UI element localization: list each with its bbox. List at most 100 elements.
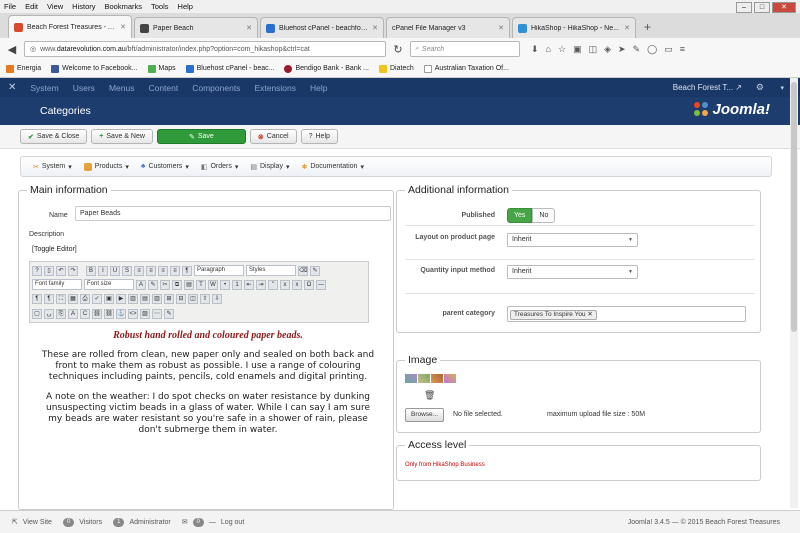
paste-word-icon[interactable]: W <box>208 279 218 290</box>
menu-edit[interactable]: Edit <box>25 2 38 11</box>
hika-menu-orders[interactable]: ◧ Orders ▾ <box>201 163 239 171</box>
editor-clean-icon[interactable]: ⌫ <box>298 265 308 276</box>
admin-menu-system[interactable]: System <box>30 83 58 93</box>
table-row-icon[interactable]: ▤ <box>140 293 150 304</box>
hika-menu-system[interactable]: ✂ System ▾ <box>33 163 72 171</box>
visual-aid-icon[interactable]: ▢ <box>32 308 42 319</box>
search-input[interactable]: ⌕ Search <box>410 41 520 57</box>
tab-hikashop[interactable]: HikaShop - HikaShop - Ne... ✕ <box>512 17 636 38</box>
new-tab-icon[interactable]: + <box>638 20 657 38</box>
toggle-editor-link[interactable]: [Toggle Editor] <box>32 246 77 253</box>
minimize-button[interactable]: – <box>736 2 752 13</box>
menu-view[interactable]: View <box>47 2 63 11</box>
editor-brush-icon[interactable]: ✎ <box>310 265 320 276</box>
editor-strike-icon[interactable]: S <box>122 265 132 276</box>
site-name-link[interactable]: Beach Forest T... ↗ <box>673 83 742 92</box>
tab-close-icon[interactable]: ✕ <box>498 24 504 32</box>
cancel-button[interactable]: ⊗ Cancel <box>249 129 297 144</box>
hika-menu-display[interactable]: ▤ Display ▾ <box>250 163 289 171</box>
screen-icon[interactable]: ▭ <box>664 44 673 55</box>
paragraph-select[interactable]: Paragraph <box>194 265 244 276</box>
cite-icon[interactable]: C <box>80 308 90 319</box>
admin-menu-extensions[interactable]: Extensions <box>254 83 296 93</box>
align-right-icon[interactable]: ≡ <box>158 265 168 276</box>
align-justify-icon[interactable]: ≡ <box>170 265 180 276</box>
split-cells-icon[interactable]: ⊟ <box>176 293 186 304</box>
tab-close-icon[interactable]: ✕ <box>246 24 252 32</box>
envelope-icon[interactable]: ✉ <box>182 518 188 526</box>
pocket-icon[interactable]: ◫ <box>589 44 598 55</box>
logout-link[interactable]: Log out <box>221 519 244 526</box>
editor-help-icon[interactable]: ? <box>32 265 42 276</box>
help-button[interactable]: ? Help <box>300 129 338 144</box>
blockquote-icon[interactable]: " <box>268 279 278 290</box>
bookmark-energia[interactable]: Energia <box>6 64 41 73</box>
bookmark-bendigo[interactable]: Bendigo Bank - Bank ... <box>284 64 369 73</box>
highlight-color-icon[interactable]: ✎ <box>148 279 158 290</box>
table-icon[interactable]: ▦ <box>68 293 78 304</box>
lock-icon[interactable]: ▣ <box>573 44 582 55</box>
superscript-icon[interactable]: x <box>292 279 302 290</box>
send-icon[interactable]: ➤ <box>618 44 626 55</box>
layout-select[interactable]: Inherit ▼ <box>507 233 638 247</box>
align-center-icon[interactable]: ≡ <box>146 265 156 276</box>
tab-paper-beach[interactable]: Paper Beach ✕ <box>134 17 258 38</box>
hika-menu-customers[interactable]: ♣ Customers ▾ <box>141 163 189 171</box>
special-char-icon[interactable]: Ω <box>304 279 314 290</box>
fullscreen-icon[interactable]: ⛶ <box>56 293 66 304</box>
close-window-button[interactable]: ✕ <box>772 2 796 13</box>
nonbreaking-icon[interactable]: ⍽ <box>44 308 54 319</box>
editor-underline-icon[interactable]: U <box>110 265 120 276</box>
source-icon[interactable]: ✎ <box>164 308 174 319</box>
insert-layer-icon[interactable]: ◫ <box>188 293 198 304</box>
bookmark-facebook[interactable]: Welcome to Facebook... <box>51 64 138 73</box>
styles-select[interactable]: Styles <box>246 265 296 276</box>
editor-content[interactable]: Robust hand rolled and coloured paper be… <box>29 324 387 509</box>
shield-icon[interactable]: ◈ <box>604 44 611 55</box>
published-yes-button[interactable]: Yes <box>507 208 533 223</box>
chat-icon[interactable]: ◯ <box>647 44 657 55</box>
save-new-button[interactable]: + Save & New <box>91 129 153 144</box>
paste-icon[interactable]: ▤ <box>184 279 194 290</box>
editor-redo-icon[interactable]: ↷ <box>68 265 78 276</box>
anchor-icon[interactable]: ⚓ <box>116 308 126 319</box>
tools-icon[interactable]: ✎ <box>633 44 641 55</box>
tag-remove-icon[interactable]: ✕ <box>587 311 592 318</box>
code-icon[interactable]: <> <box>128 308 138 319</box>
subscript-icon[interactable]: x <box>280 279 290 290</box>
joomla-small-logo-icon[interactable]: ✕ <box>8 82 16 93</box>
rtl-icon[interactable]: ¶ <box>44 293 54 304</box>
admin-menu-help[interactable]: Help <box>310 83 327 93</box>
tab-close-icon[interactable]: ✕ <box>120 23 126 31</box>
scrollbar-thumb[interactable] <box>791 82 797 332</box>
editor-style-icon[interactable]: ¶ <box>182 265 192 276</box>
menu-tools[interactable]: Tools <box>151 2 169 11</box>
tab-cpanel[interactable]: cPanel File Manager v3 ✕ <box>386 17 510 38</box>
pagebreak-icon[interactable]: ⎘ <box>56 308 66 319</box>
hika-menu-documentation[interactable]: ✱ Documentation ▾ <box>301 163 363 171</box>
abbr-icon[interactable]: A <box>68 308 78 319</box>
name-field[interactable]: Paper Beads <box>75 206 391 221</box>
menu-file[interactable]: File <box>4 2 16 11</box>
published-no-button[interactable]: No <box>532 208 556 223</box>
image-thumbnails[interactable] <box>405 374 456 383</box>
trash-icon[interactable]: 🗑 <box>424 390 435 401</box>
bookmark-star-icon[interactable]: ☆ <box>558 44 566 55</box>
tab-beach-forest[interactable]: Beach Forest Treasures - A... ✕ <box>8 15 132 38</box>
editor-newdoc-icon[interactable]: ▯ <box>44 265 54 276</box>
quantity-select[interactable]: Inherit ▼ <box>507 265 638 279</box>
editor-undo-icon[interactable]: ↶ <box>56 265 66 276</box>
numbered-list-icon[interactable]: 1 <box>232 279 242 290</box>
editor-bold-icon[interactable]: B <box>86 265 96 276</box>
page-scrollbar[interactable] <box>790 78 798 508</box>
bookmark-bluehost[interactable]: Bluehost cPanel - beac... <box>185 64 274 73</box>
menu-icon[interactable]: ≡ <box>680 44 685 55</box>
user-dropdown-icon[interactable]: ▾ <box>780 84 784 92</box>
media-icon[interactable]: ▶ <box>116 293 126 304</box>
template-icon[interactable]: ▥ <box>128 293 138 304</box>
align-left-icon[interactable]: ≡ <box>134 265 144 276</box>
parent-category-input[interactable]: Treasures To Inspire You ✕ <box>507 306 746 322</box>
text-color-icon[interactable]: A <box>136 279 146 290</box>
merge-cells-icon[interactable]: ⊞ <box>164 293 174 304</box>
print-icon[interactable]: ⎙ <box>80 293 90 304</box>
